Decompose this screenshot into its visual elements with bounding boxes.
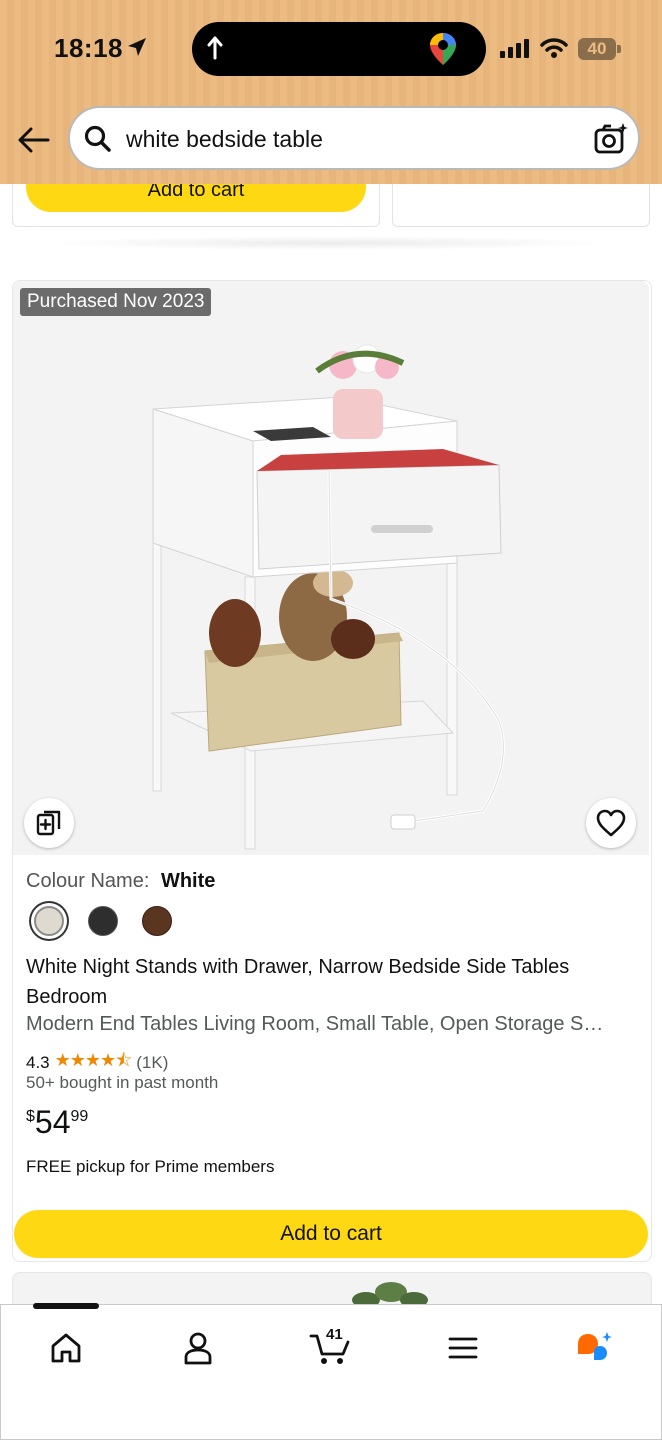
section-divider [40, 236, 620, 250]
status-time: 18:18 [54, 33, 123, 63]
product-title[interactable]: White Night Stands with Drawer, Narrow B… [26, 952, 626, 1012]
product-image[interactable] [13, 281, 649, 855]
colour-label: Colour Name: [26, 870, 150, 892]
active-tab-indicator [33, 1303, 99, 1309]
location-arrow-icon [128, 38, 146, 56]
dynamic-island [192, 22, 486, 76]
nightstand-illustration [152, 344, 505, 850]
tab-rufus[interactable] [572, 1326, 616, 1370]
app-header: 18:18 40 white bedside table [0, 0, 662, 184]
product-subtitle[interactable]: Modern End Tables Living Room, Small Tab… [26, 1013, 638, 1036]
menu-icon [448, 1337, 478, 1359]
colour-name-row: Colour Name: White [26, 870, 215, 893]
review-count: (1K) [136, 1053, 169, 1072]
navigation-up-arrow-icon [207, 36, 223, 60]
swatch-black[interactable] [88, 906, 118, 936]
account-icon [184, 1332, 212, 1365]
price-whole: 54 [34, 1104, 71, 1140]
search-input[interactable]: white bedside table [126, 126, 323, 153]
search-bar[interactable]: white bedside table [68, 106, 640, 170]
bought-count: 50+ bought in past month [26, 1073, 219, 1092]
cellular-signal-icon [500, 39, 529, 58]
tab-menu[interactable] [441, 1326, 485, 1370]
wifi-icon [540, 38, 568, 58]
swatch-brown[interactable] [142, 906, 172, 936]
battery-cap [617, 45, 621, 53]
maps-pin-icon [430, 33, 456, 65]
add-to-cart-button[interactable]: Add to cart [14, 1210, 648, 1258]
purchased-badge: Purchased Nov 2023 [20, 288, 212, 316]
compare-button[interactable] [24, 798, 74, 848]
price: $5499 [26, 1104, 88, 1141]
compare-cards-icon [36, 810, 61, 836]
rating-value: 4.3 [26, 1053, 50, 1072]
pickup-info: FREE pickup for Prime members [26, 1157, 275, 1176]
back-button[interactable] [16, 120, 52, 160]
price-fraction: 99 [70, 1108, 89, 1125]
rufus-icon [578, 1332, 612, 1360]
back-arrow-icon [18, 127, 50, 153]
home-icon [51, 1333, 81, 1363]
tab-account[interactable] [176, 1326, 220, 1370]
wishlist-button[interactable] [586, 798, 636, 848]
colour-value: White [160, 870, 216, 892]
swatch-white[interactable] [34, 906, 64, 936]
cart-count: 41 [326, 1326, 343, 1343]
search-icon [84, 125, 111, 152]
bottom-tab-bar [0, 1304, 662, 1440]
price-currency: $ [26, 1108, 35, 1125]
camera-search-icon[interactable] [594, 122, 628, 156]
tab-home[interactable] [44, 1326, 88, 1370]
heart-icon [596, 809, 626, 837]
battery-indicator: 40 [578, 38, 616, 60]
